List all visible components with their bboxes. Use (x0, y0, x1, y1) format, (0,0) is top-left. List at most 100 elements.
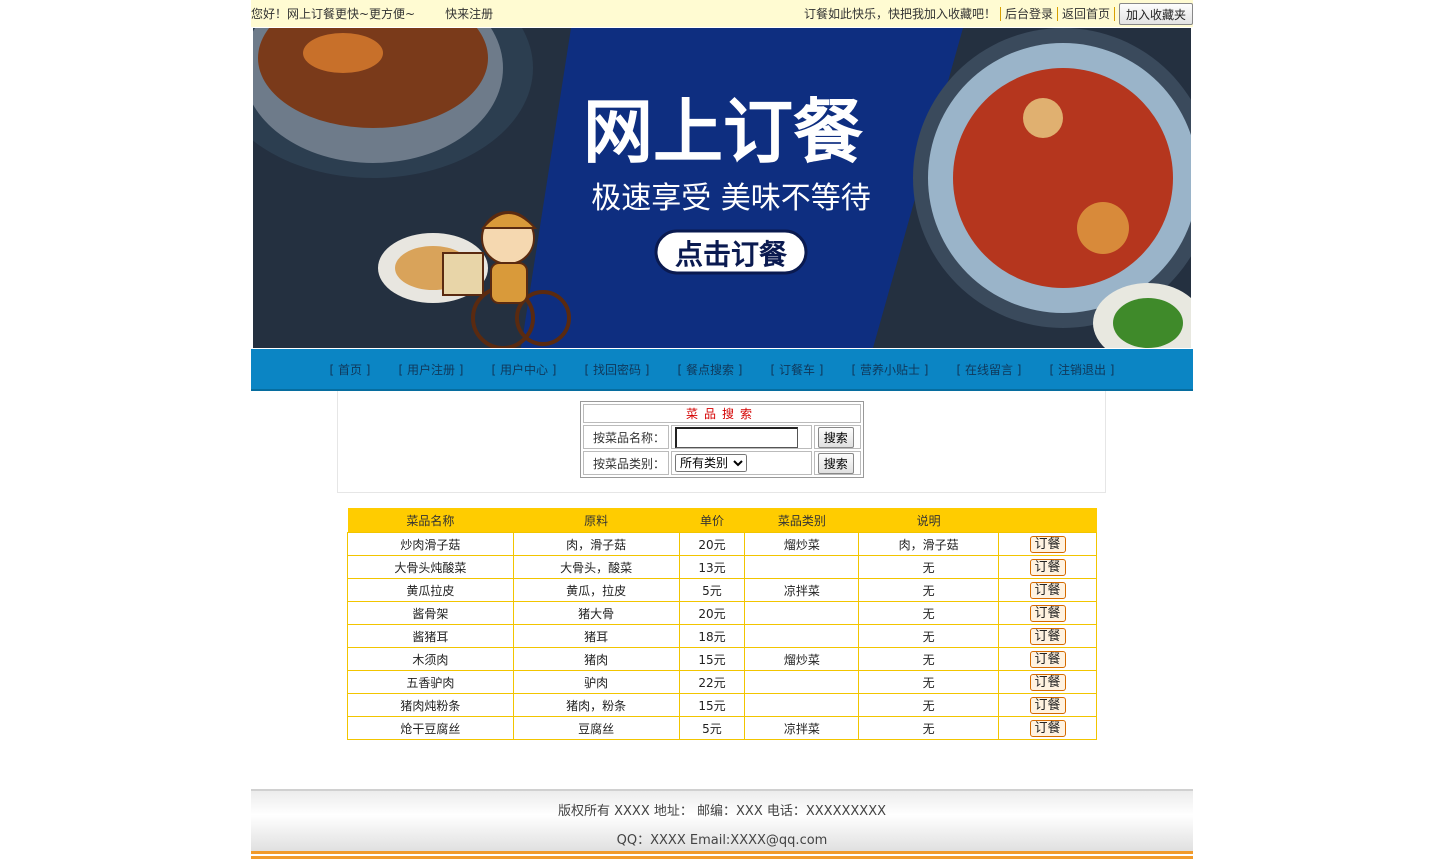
slogan-text: 订餐如此快乐，快把我加入收藏吧！ (803, 7, 996, 21)
nav-item-dish-search[interactable]: [ 餐点搜索 ] (664, 361, 757, 378)
footer: 版权所有 XXXX 地址： 邮编：XXX 电话：XXXXXXXXX QQ：XXX… (251, 789, 1193, 851)
dish-name-cell: 酱猪耳 (347, 624, 514, 648)
description-cell: 无 (858, 647, 1000, 671)
nav-item-user-center[interactable]: [ 用户中心 ] (478, 361, 571, 378)
category-cell: 熘炒菜 (744, 532, 860, 556)
order-cell: 订餐 (998, 716, 1097, 740)
column-header: 说明 (858, 508, 999, 533)
description-cell: 无 (858, 670, 1000, 694)
price-cell: 5元 (678, 716, 746, 740)
dish-name-input[interactable] (675, 426, 798, 448)
divider (1056, 6, 1058, 21)
banner-title: 网上订餐 (583, 91, 863, 173)
dish-name-cell: 黄瓜拉皮 (347, 578, 514, 602)
description-cell: 无 (858, 578, 1000, 602)
category-cell (744, 624, 860, 648)
admin-login-link[interactable]: 后台登录 (1005, 5, 1053, 22)
dish-name-cell: 猪肉炖粉条 (347, 693, 514, 717)
category-cell: 熘炒菜 (744, 647, 860, 671)
nav-item-nutrition-tips[interactable]: [ 营养小贴士 ] (838, 361, 943, 378)
description-cell: 无 (858, 601, 1000, 625)
table-row: 酱猪耳 猪耳 18元 无 订餐 (347, 624, 1097, 648)
order-button[interactable]: 订餐 (1029, 581, 1066, 599)
nav-item-home[interactable]: [ 首页 ] (316, 361, 385, 378)
category-select[interactable]: 所有类别 (675, 454, 747, 472)
table-row: 黄瓜拉皮 黄瓜，拉皮 5元 凉拌菜无 订餐 (347, 578, 1097, 602)
greeting-text: 您好！网上订餐更快~更方便~ (251, 7, 416, 21)
ingredients-cell: 猪肉，粉条 (512, 693, 680, 717)
nav-item-logout[interactable]: [ 注销退出 ] (1036, 361, 1129, 378)
ingredients-cell: 猪耳 (512, 624, 680, 648)
price-cell: 15元 (678, 693, 746, 717)
banner-image: 网上订餐 极速享受 美味不等待 点击订餐 (253, 28, 1191, 348)
add-favorite-button[interactable]: 加入收藏夹 (1118, 2, 1193, 25)
search-by-name-label: 按菜品名称： (583, 425, 669, 449)
dish-name-cell: 炝干豆腐丝 (347, 716, 514, 740)
category-cell (744, 670, 860, 694)
column-header: 菜品类别 (744, 508, 859, 533)
nav-item-register[interactable]: [ 用户注册 ] (385, 361, 478, 378)
order-button[interactable]: 订餐 (1029, 627, 1066, 645)
ingredients-cell: 猪大骨 (512, 601, 680, 625)
column-header: 菜品名称 (347, 508, 514, 533)
footer-contact: QQ：XXXX Email:XXXX@qq.com (616, 833, 828, 848)
banner[interactable]: 网上订餐 极速享受 美味不等待 点击订餐 (253, 28, 1191, 348)
ingredients-cell: 驴肉 (512, 670, 680, 694)
banner-subtitle: 极速享受 美味不等待 (591, 181, 871, 216)
main-nav: [ 首页 ][ 用户注册 ][ 用户中心 ][ 找回密码 ][ 餐点搜索 ][ … (251, 349, 1193, 391)
order-cell: 订餐 (998, 555, 1097, 579)
order-button[interactable]: 订餐 (1029, 558, 1066, 576)
order-button[interactable]: 订餐 (1029, 673, 1066, 691)
price-cell: 18元 (678, 624, 746, 648)
order-button[interactable]: 订餐 (1029, 719, 1066, 737)
price-cell: 5元 (678, 578, 746, 602)
order-cell: 订餐 (998, 670, 1097, 694)
dish-name-cell: 炒肉滑子菇 (347, 532, 514, 556)
price-cell: 13元 (678, 555, 746, 579)
dish-name-cell: 五香驴肉 (347, 670, 514, 694)
register-link[interactable]: 快来注册 (445, 5, 493, 22)
dish-search-form: 菜品搜索 按菜品名称： 搜索 按菜品类别： 所有类别 搜索 (580, 401, 864, 478)
order-button[interactable]: 订餐 (1029, 604, 1066, 622)
search-by-category-button[interactable]: 搜索 (817, 452, 854, 474)
table-row: 酱骨架 猪大骨 20元 无 订餐 (347, 601, 1097, 625)
order-cell: 订餐 (998, 532, 1097, 556)
order-button[interactable]: 订餐 (1029, 696, 1066, 714)
footer-copyright: 版权所有 XXXX 地址： 邮编：XXX 电话：XXXXXXXXX (557, 804, 887, 819)
category-cell: 凉拌菜 (744, 578, 860, 602)
order-cell: 订餐 (998, 647, 1097, 671)
search-by-category-label: 按菜品类别： (583, 451, 669, 475)
order-cell: 订餐 (998, 601, 1097, 625)
ingredients-cell: 豆腐丝 (512, 716, 680, 740)
nav-item-recover-password[interactable]: [ 找回密码 ] (571, 361, 664, 378)
nav-item-online-message[interactable]: [ 在线留言 ] (943, 361, 1036, 378)
order-button[interactable]: 订餐 (1029, 650, 1066, 668)
nav-item-cart[interactable]: [ 订餐车 ] (757, 361, 838, 378)
back-home-link[interactable]: 返回首页 (1062, 5, 1110, 22)
search-category-button-cell: 搜索 (813, 451, 861, 475)
table-row: 猪肉炖粉条 猪肉，粉条 15元 无 订餐 (347, 693, 1097, 717)
search-category-cell: 所有类别 (671, 451, 812, 475)
column-header: 单价 (679, 508, 745, 533)
price-cell: 20元 (678, 532, 746, 556)
column-header: 原料 (513, 508, 680, 533)
order-cell: 订餐 (998, 578, 1097, 602)
dish-name-cell: 木须肉 (347, 647, 514, 671)
category-cell (744, 601, 860, 625)
dish-name-cell: 大骨头炖酸菜 (347, 555, 514, 579)
ingredients-cell: 黄瓜，拉皮 (512, 578, 680, 602)
divider (999, 6, 1001, 21)
column-header (998, 508, 1097, 533)
dish-table: 菜品名称 原料 单价 菜品类别 说明 炒肉滑子菇 肉，滑子菇 20元 熘炒菜 肉，滑子菇 订餐 大骨… (347, 508, 1097, 740)
divider (1113, 6, 1115, 21)
description-cell: 无 (858, 624, 1000, 648)
price-cell: 20元 (678, 601, 746, 625)
footer-stripe (251, 849, 1193, 863)
search-title: 菜品搜索 (583, 404, 861, 423)
order-button[interactable]: 订餐 (1029, 535, 1066, 553)
ingredients-cell: 肉，滑子菇 (512, 532, 680, 556)
search-by-name-button[interactable]: 搜索 (817, 426, 854, 448)
order-cell: 订餐 (998, 693, 1097, 717)
dish-table-header: 菜品名称 原料 单价 菜品类别 说明 (347, 508, 1097, 533)
price-cell: 22元 (678, 670, 746, 694)
